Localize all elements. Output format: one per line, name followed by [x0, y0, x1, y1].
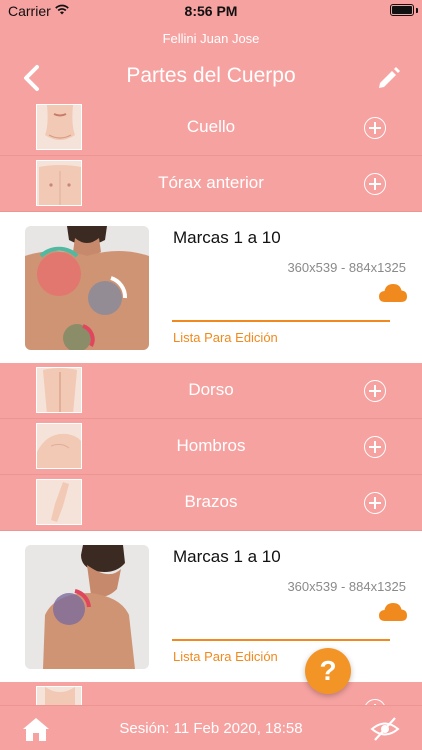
body-part-row-torax-anterior[interactable]: Tórax anterior: [0, 156, 422, 212]
chest-photo: [25, 226, 149, 350]
status-bar: Carrier 8:56 PM: [0, 0, 422, 22]
body-part-row-hombros[interactable]: Hombros: [0, 419, 422, 475]
user-name: Fellini Juan Jose: [162, 31, 260, 46]
shoulder-photo: [25, 545, 149, 669]
help-button[interactable]: ?: [305, 648, 351, 694]
body-part-row-dorso[interactable]: Dorso: [0, 363, 422, 419]
add-circle-icon[interactable]: [364, 117, 386, 139]
cloud-icon[interactable]: [378, 601, 408, 623]
clock: 8:56 PM: [184, 3, 238, 19]
add-circle-icon[interactable]: [364, 436, 386, 458]
body-part-label: Dorso: [188, 380, 234, 399]
add-circle-icon[interactable]: [364, 173, 386, 195]
session-label: Sesión: 11 Feb 2020, 18:58: [119, 720, 303, 737]
bottom-bar: Sesión: 11 Feb 2020, 18:58: [0, 705, 422, 750]
add-circle-icon[interactable]: [364, 492, 386, 514]
body-part-label: Tórax anterior: [158, 173, 264, 192]
help-question-mark: ?: [319, 655, 337, 686]
record-status: Lista Para Edición: [173, 330, 278, 345]
record-status: Lista Para Edición: [173, 649, 278, 664]
cloud-icon[interactable]: [378, 282, 408, 304]
eye-slash-icon[interactable]: [370, 716, 400, 742]
body-part-row-brazos[interactable]: Brazos: [0, 475, 422, 531]
nav-header: Fellini Juan Jose Partes del Cuerpo: [0, 22, 422, 100]
body-part-label: Cuello: [186, 117, 236, 136]
battery-icon: [390, 4, 414, 16]
orange-divider: [172, 320, 390, 322]
orange-divider: [172, 639, 390, 641]
marks-record-card[interactable]: Marcas 1 a 10 360x539 - 884x1325 Lista P…: [0, 531, 422, 683]
body-part-label: Brazos: [184, 492, 238, 511]
record-dimensions: 360x539 - 884x1325: [287, 260, 406, 275]
marks-record-card[interactable]: Marcas 1 a 10 360x539 - 884x1325 Lista P…: [0, 212, 422, 364]
record-name: Marcas 1 a 10: [173, 228, 281, 247]
body-part-row-cuello[interactable]: Cuello: [0, 100, 422, 156]
battery-tip: [416, 8, 418, 13]
record-name: Marcas 1 a 10: [173, 547, 281, 566]
page-title: Partes del Cuerpo: [126, 64, 296, 87]
record-dimensions: 360x539 - 884x1325: [287, 579, 406, 594]
body-part-label: Hombros: [176, 436, 246, 455]
add-circle-icon[interactable]: [364, 380, 386, 402]
pencil-icon[interactable]: [376, 64, 402, 90]
